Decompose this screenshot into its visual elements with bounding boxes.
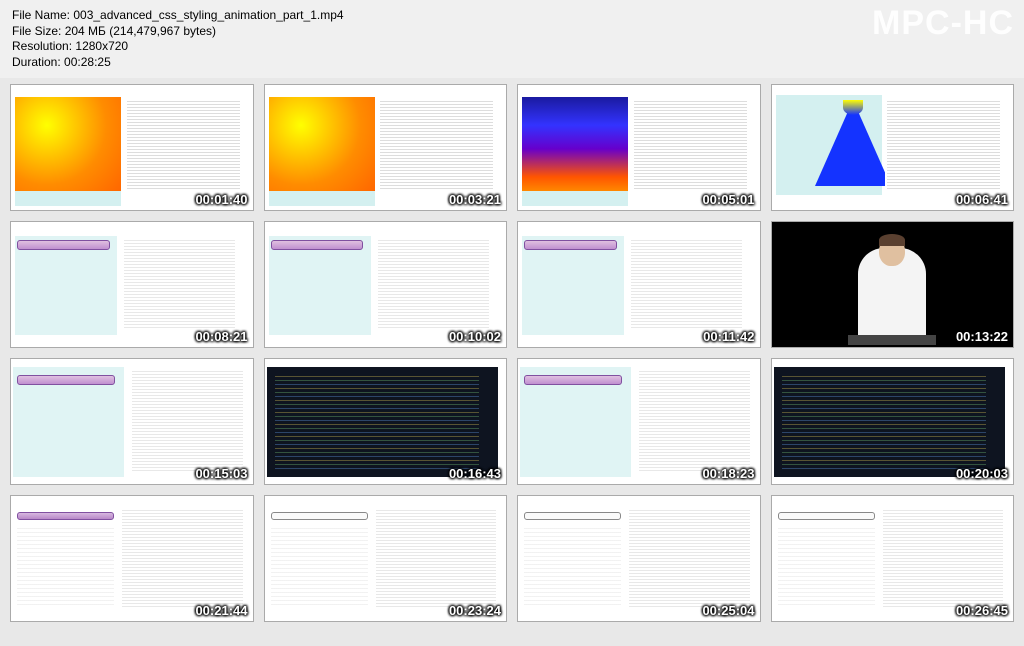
timestamp-label: 00:08:21 xyxy=(195,329,247,344)
thumbnail[interactable]: 00:06:41 xyxy=(771,84,1015,211)
thumbnail[interactable]: 00:03:21 xyxy=(264,84,508,211)
thumbnail[interactable]: 00:16:43 xyxy=(264,358,508,485)
dark-editor-icon xyxy=(774,367,1006,477)
preview-strip xyxy=(269,191,375,206)
code-panel-icon xyxy=(125,95,251,205)
preview-gradient-icon xyxy=(269,97,375,191)
timestamp-label: 00:06:41 xyxy=(956,192,1008,207)
thumbnail[interactable]: 00:15:03 xyxy=(10,358,254,485)
thumbnail[interactable]: 00:01:40 xyxy=(10,84,254,211)
timestamp-label: 00:21:44 xyxy=(195,603,247,618)
preview-pane-icon xyxy=(520,367,631,477)
devtools-panel-icon xyxy=(520,504,752,614)
preview-strip xyxy=(15,191,121,206)
file-size-value: 204 МБ (214,479,967 bytes) xyxy=(65,24,216,38)
devtools-panel-icon xyxy=(267,504,499,614)
file-info-block: File Name: 003_advanced_css_styling_anim… xyxy=(12,8,344,70)
timestamp-label: 00:10:02 xyxy=(449,329,501,344)
preview-gradient-icon xyxy=(15,97,121,191)
resolution-value: 1280x720 xyxy=(75,39,128,53)
timestamp-label: 00:16:43 xyxy=(449,466,501,481)
thumbnail[interactable]: 00:26:45 xyxy=(771,495,1015,622)
thumbnail[interactable]: 00:20:03 xyxy=(771,358,1015,485)
code-panel-icon xyxy=(632,95,758,205)
timestamp-label: 00:13:22 xyxy=(956,329,1008,344)
thumbnail[interactable]: 00:05:01 xyxy=(517,84,761,211)
thumbnail[interactable]: 00:11:42 xyxy=(517,221,761,348)
file-info-header: File Name: 003_advanced_css_styling_anim… xyxy=(0,0,1024,78)
timestamp-label: 00:25:04 xyxy=(702,603,754,618)
file-name-value: 003_advanced_css_styling_animation_part_… xyxy=(73,8,343,22)
preview-gradient-icon xyxy=(522,97,628,191)
devtools-panel-icon xyxy=(13,504,245,614)
dark-editor-icon xyxy=(267,367,499,477)
code-panel-icon xyxy=(885,95,1011,205)
file-name-label: File Name: xyxy=(12,8,70,22)
thumbnail[interactable]: 00:18:23 xyxy=(517,358,761,485)
timestamp-label: 00:18:23 xyxy=(702,466,754,481)
thumbnail[interactable]: 00:08:21 xyxy=(10,221,254,348)
timestamp-label: 00:01:40 xyxy=(195,192,247,207)
thumbnail[interactable]: 00:25:04 xyxy=(517,495,761,622)
code-panel-icon xyxy=(378,95,504,205)
timestamp-label: 00:05:01 xyxy=(702,192,754,207)
thumbnail[interactable]: 00:23:24 xyxy=(264,495,508,622)
timestamp-label: 00:23:24 xyxy=(449,603,501,618)
duration-label: Duration: xyxy=(12,55,61,69)
devtools-panel-icon xyxy=(774,504,1006,614)
file-size-label: File Size: xyxy=(12,24,61,38)
preview-strip xyxy=(522,191,628,206)
code-pane-icon xyxy=(130,367,251,477)
timestamp-label: 00:20:03 xyxy=(956,466,1008,481)
timestamp-label: 00:11:42 xyxy=(703,329,754,344)
timestamp-label: 00:15:03 xyxy=(195,466,247,481)
timestamp-label: 00:26:45 xyxy=(956,603,1008,618)
devtools-panel-icon xyxy=(13,230,245,340)
preview-pane-icon xyxy=(13,367,124,477)
code-pane-icon xyxy=(637,367,758,477)
thumbnail[interactable]: 00:21:44 xyxy=(10,495,254,622)
resolution-label: Resolution: xyxy=(12,39,72,53)
thumbnail-grid: 00:01:40 00:03:21 00:05:01 00:06:41 00:0… xyxy=(0,78,1024,634)
thumbnail[interactable]: 00:10:02 xyxy=(264,221,508,348)
devtools-panel-icon xyxy=(267,230,499,340)
triangle-shape-icon xyxy=(815,100,891,186)
duration-value: 00:28:25 xyxy=(64,55,111,69)
app-watermark: MPC-HC xyxy=(872,4,1014,43)
thumbnail[interactable]: 00:13:22 xyxy=(771,221,1015,348)
devtools-panel-icon xyxy=(520,230,752,340)
timestamp-label: 00:03:21 xyxy=(449,192,501,207)
